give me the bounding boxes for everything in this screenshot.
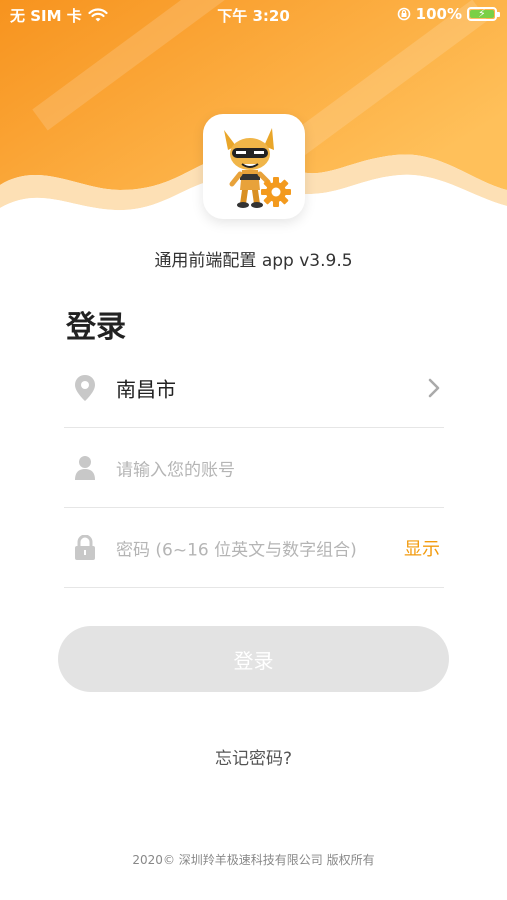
show-password-button[interactable]: 显示 — [404, 535, 440, 561]
status-bar: 无 SIM 卡 下午 3:20 100% ⚡ — [0, 0, 507, 30]
app-logo — [203, 114, 305, 219]
city-value: 南昌市 — [116, 377, 176, 401]
battery-percent: 100% — [415, 5, 462, 23]
lock-rotation-icon — [397, 7, 410, 21]
login-button[interactable]: 登录 — [58, 626, 449, 692]
gear-icon — [261, 177, 291, 207]
account-input[interactable]: 请输入您的账号 — [116, 455, 235, 480]
city-selector[interactable]: 南昌市 — [64, 348, 444, 428]
padlock-icon — [75, 534, 95, 560]
login-heading: 登录 — [66, 310, 126, 345]
forgot-password-link[interactable]: 忘记密码? — [0, 744, 507, 769]
password-field[interactable]: 密码 (6~16 位英文与数字组合) 显示 — [64, 508, 444, 588]
location-pin-icon — [75, 374, 95, 401]
chevron-right-icon — [428, 378, 440, 397]
app-title: 通用前端配置 app v3.9.5 — [154, 251, 353, 271]
battery-icon: ⚡ — [467, 7, 500, 21]
password-input[interactable]: 密码 (6~16 位英文与数字组合) — [116, 535, 357, 560]
user-icon — [75, 455, 95, 480]
copyright-text: 2020© 深圳羚羊极速科技有限公司 版权所有 — [132, 853, 375, 867]
account-field[interactable]: 请输入您的账号 — [64, 428, 444, 508]
